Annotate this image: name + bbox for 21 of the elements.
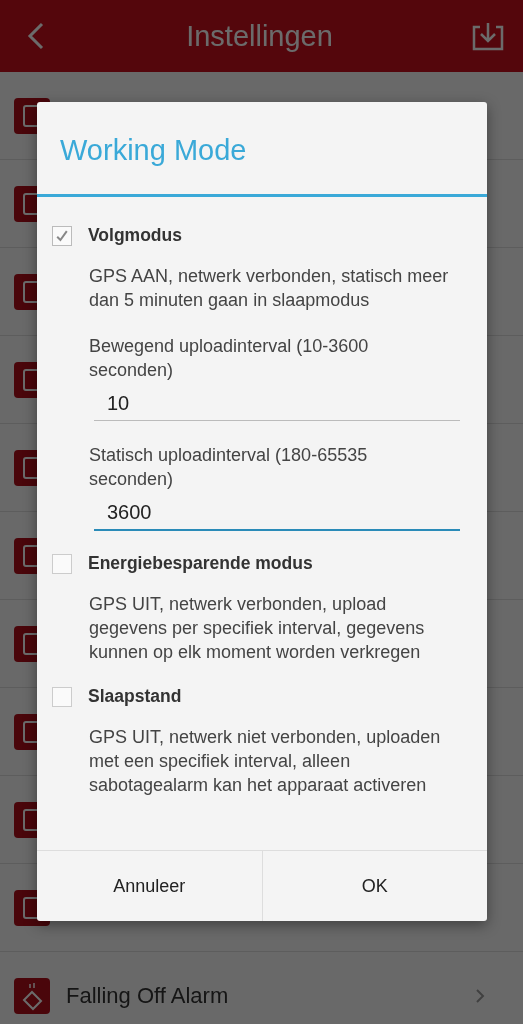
mode-label[interactable]: Volgmodus (88, 225, 182, 246)
mode-description: GPS UIT, netwerk verbonden, upload gegevens per specifiek interval, gegevens kunnen op elk moment worden verkregen (89, 593, 426, 664)
input-field[interactable]: 3600 (94, 499, 460, 531)
app-bar-title: Instellingen (185, 19, 334, 53)
dialog-button[interactable]: OK (261, 851, 487, 921)
mode-description: GPS UIT, netwerk niet verbonden, uploaden met een specifiek interval, alleen sabotagealarm kan het apparaat activeren (89, 726, 442, 797)
download-icon[interactable] (471, 21, 505, 51)
mode-label[interactable]: Slaapstand (88, 686, 182, 707)
input-field[interactable]: 10 (94, 390, 460, 421)
mode-label[interactable]: Energiebesparende modus (88, 553, 313, 574)
field-label: Statisch uploadinterval (180-65535 seconden) (89, 444, 369, 491)
dialog-title: Working Mode (37, 102, 487, 197)
mode-description: GPS AAN, netwerk verbonden, statisch meer dan 5 minuten gaan in slaapmodus (89, 265, 450, 312)
checkbox[interactable] (52, 686, 72, 707)
chevron-icon (475, 987, 485, 1004)
dialog-button[interactable]: Annuleer (37, 851, 262, 921)
field-label: Bewegend uploadinterval (10-3600 seconden) (89, 335, 370, 382)
checkbox[interactable] (52, 553, 72, 574)
back-icon[interactable] (26, 21, 46, 51)
alarm-tag-icon[interactable] (14, 977, 50, 1014)
checkbox[interactable] (52, 225, 72, 246)
